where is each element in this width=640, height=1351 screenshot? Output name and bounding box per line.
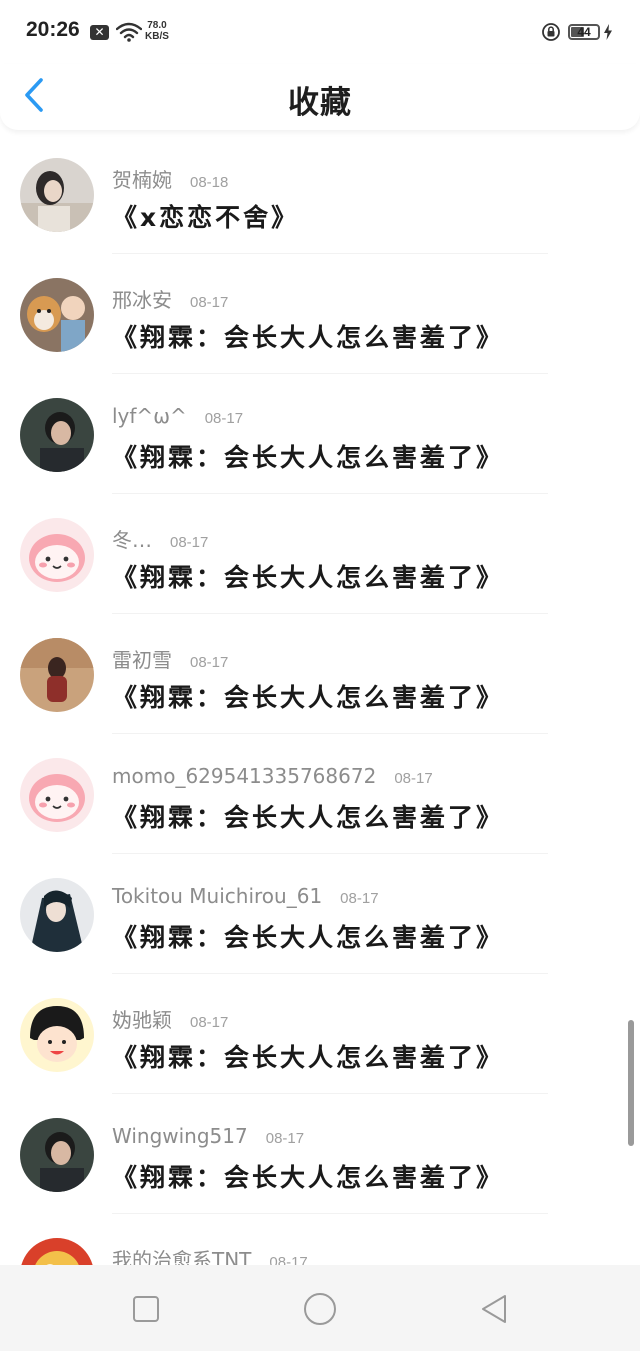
story-title[interactable]: 《翔霖：会长大人怎么害羞了》 bbox=[112, 678, 504, 714]
status-bar: 20:26 ✕ 78.0 KB/S 44 bbox=[0, 0, 640, 64]
story-title[interactable]: 《翔霖：会长大人怎么害羞了》 bbox=[112, 1158, 504, 1194]
favorite-date: 08-17 bbox=[340, 890, 379, 907]
item-meta: 雷初雪 08-17 bbox=[112, 644, 228, 673]
avatar[interactable] bbox=[20, 638, 94, 712]
user-name[interactable]: Wingwing517 bbox=[112, 1124, 248, 1148]
home-button[interactable] bbox=[300, 1289, 340, 1329]
story-title[interactable]: 《翔霖：会长大人怎么害羞了》 bbox=[112, 918, 504, 954]
item-meta: 冬… 08-17 bbox=[112, 524, 208, 553]
status-time: 20:26 bbox=[26, 18, 80, 41]
triangle-left-icon bbox=[482, 1295, 506, 1323]
user-name[interactable]: lyf^ω^ bbox=[112, 404, 187, 428]
favorite-date: 08-17 bbox=[265, 1130, 305, 1147]
favorite-date: 08-18 bbox=[190, 174, 229, 191]
network-speed: 78.0 KB/S bbox=[145, 20, 169, 42]
navigation-bar bbox=[0, 1265, 640, 1351]
story-title[interactable]: 《翔霖：会长大人怎么害羞了》 bbox=[112, 1038, 504, 1074]
item-meta: 邢冰安 08-17 bbox=[112, 284, 228, 313]
favorites-screen: 20:26 ✕ 78.0 KB/S 44 收藏 贺楠婉 08-18 《x恋恋不舍… bbox=[0, 0, 640, 1351]
avatar[interactable] bbox=[20, 758, 94, 832]
wifi-icon bbox=[116, 22, 142, 42]
item-meta: 妫驰颖 08-17 bbox=[112, 1004, 228, 1033]
item-meta: Wingwing517 08-17 bbox=[112, 1124, 304, 1148]
favorite-date: 08-17 bbox=[190, 1014, 229, 1031]
header: 收藏 bbox=[0, 64, 640, 130]
story-title[interactable]: 《翔霖：会长大人怎么害羞了》 bbox=[112, 798, 504, 834]
favorite-item[interactable]: Wingwing517 08-17 《翔霖：会长大人怎么害羞了》 bbox=[0, 1094, 640, 1214]
favorite-item[interactable]: 雷初雪 08-17 《翔霖：会长大人怎么害羞了》 bbox=[0, 614, 640, 734]
avatar[interactable] bbox=[20, 158, 94, 232]
user-name[interactable]: 贺楠婉 bbox=[112, 164, 172, 193]
system-back-button[interactable] bbox=[474, 1289, 514, 1329]
user-name[interactable]: momo_6295413357686​72 bbox=[112, 764, 376, 788]
story-title[interactable]: 《翔霖：会长大人怎么害羞了》 bbox=[112, 438, 504, 474]
recent-apps-button[interactable] bbox=[126, 1289, 166, 1329]
network-speed-unit: KB/S bbox=[145, 31, 169, 42]
item-meta: Tokitou Muichirou_61 08-17 bbox=[112, 884, 379, 908]
favorite-item[interactable]: 邢冰安 08-17 《翔霖：会长大人怎么害羞了》 bbox=[0, 254, 640, 374]
rotation-lock-icon bbox=[542, 23, 560, 41]
page-title: 收藏 bbox=[288, 85, 352, 121]
battery-icon: 44 bbox=[568, 24, 600, 40]
favorite-date: 08-17 bbox=[204, 410, 244, 427]
favorite-item[interactable]: 贺楠婉 08-18 《x恋恋不舍》 bbox=[0, 134, 640, 254]
circle-icon bbox=[304, 1293, 336, 1325]
user-name[interactable]: 冬… bbox=[112, 524, 152, 553]
user-name[interactable]: 妫驰颖 bbox=[112, 1004, 172, 1033]
story-title[interactable]: 《x恋恋不舍》 bbox=[112, 198, 299, 234]
notification-x-icon: ✕ bbox=[90, 25, 109, 40]
user-name[interactable]: Tokitou Muichirou_61 bbox=[112, 884, 322, 908]
favorites-list: 贺楠婉 08-18 《x恋恋不舍》 邢冰安 08-17 《翔霖：会长大人怎么害羞了》 lyf… bbox=[0, 134, 640, 1334]
favorite-date: 08-17 bbox=[394, 770, 433, 787]
item-meta: 贺楠婉 08-18 bbox=[112, 164, 228, 193]
avatar[interactable] bbox=[20, 398, 94, 472]
network-speed-value: 78.0 bbox=[147, 20, 167, 31]
avatar[interactable] bbox=[20, 998, 94, 1072]
favorite-item[interactable]: Tokitou Muichirou_61 08-17 《翔霖：会长大人怎么害羞了》 bbox=[0, 854, 640, 974]
user-name[interactable]: 邢冰安 bbox=[112, 284, 172, 313]
scrollbar[interactable] bbox=[628, 1020, 634, 1146]
avatar[interactable] bbox=[20, 1118, 94, 1192]
story-title[interactable]: 《翔霖：会长大人怎么害羞了》 bbox=[112, 318, 504, 354]
avatar[interactable] bbox=[20, 278, 94, 352]
user-name[interactable]: 雷初雪 bbox=[112, 644, 172, 673]
item-meta: lyf^ω^ 08-17 bbox=[112, 404, 243, 428]
avatar[interactable] bbox=[20, 518, 94, 592]
favorite-item[interactable]: momo_6295413357686​72 08-17 《翔霖：会长大人怎么害羞了》 bbox=[0, 734, 640, 854]
square-icon bbox=[133, 1296, 159, 1322]
avatar[interactable] bbox=[20, 878, 94, 952]
favorite-date: 08-17 bbox=[190, 654, 229, 671]
item-meta: momo_6295413357686​72 08-17 bbox=[112, 764, 433, 788]
story-title[interactable]: 《翔霖：会长大人怎么害羞了》 bbox=[112, 558, 504, 594]
favorite-date: 08-17 bbox=[170, 534, 209, 551]
favorite-item[interactable]: 冬… 08-17 《翔霖：会长大人怎么害羞了》 bbox=[0, 494, 640, 614]
favorite-item[interactable]: 妫驰颖 08-17 《翔霖：会长大人怎么害羞了》 bbox=[0, 974, 640, 1094]
favorite-date: 08-17 bbox=[190, 294, 229, 311]
battery-level: 44 bbox=[577, 25, 591, 39]
charging-bolt-icon bbox=[604, 24, 612, 40]
favorite-item[interactable]: lyf^ω^ 08-17 《翔霖：会长大人怎么害羞了》 bbox=[0, 374, 640, 494]
